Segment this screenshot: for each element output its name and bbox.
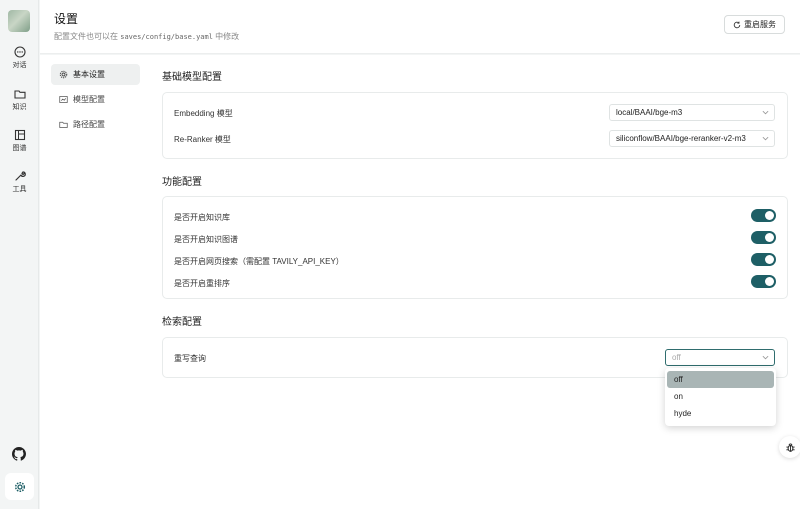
page-title: 设置: [54, 12, 79, 26]
page-header: 设置 配置文件也可以在 saves/config/base.yaml 中修改 重…: [40, 0, 800, 54]
chat-icon: [13, 46, 26, 58]
nav-label: 知识: [12, 104, 27, 111]
toggle-label-rerank: 是否开启重排序: [174, 279, 230, 288]
rerank-toggle[interactable]: [751, 275, 776, 288]
page-subtitle: 配置文件也可以在 saves/config/base.yaml 中修改: [54, 31, 239, 42]
app-logo[interactable]: [8, 10, 30, 32]
chevron-down-icon: [762, 355, 769, 360]
subnav-item-models[interactable]: 模型配置: [51, 89, 140, 110]
restart-service-button[interactable]: 重启服务: [724, 15, 785, 34]
settings-subnav: 基本设置 模型配置 路径配置: [51, 64, 140, 139]
toggle-label-knowledge-base: 是否开启知识库: [174, 213, 230, 222]
knowledge-base-toggle[interactable]: [751, 209, 776, 222]
chevron-down-icon: [762, 110, 769, 115]
github-link[interactable]: [12, 447, 26, 463]
toggle-label-web-search: 是否开启网页搜索（需配置 TAVILY_API_KEY）: [174, 257, 344, 266]
reranker-value: siliconflow/BAAI/bge-reranker-v2-m3: [616, 134, 746, 143]
rewrite-query-label: 重写查询: [174, 354, 206, 363]
reranker-select[interactable]: siliconflow/BAAI/bge-reranker-v2-m3: [609, 130, 775, 147]
embedding-label: Embedding 模型: [174, 109, 233, 118]
dropdown-option-off[interactable]: off: [667, 371, 774, 388]
reranker-label: Re-Ranker 模型: [174, 135, 231, 144]
config-path: saves/config/base.yaml: [120, 33, 213, 41]
features-card: 是否开启知识库 是否开启知识图谱 是否开启网页搜索（需配置 TAVILY_API…: [162, 196, 788, 299]
web-search-toggle[interactable]: [751, 253, 776, 266]
section-title-base-model: 基础模型配置: [162, 72, 222, 83]
embedding-value: local/BAAI/bge-m3: [616, 108, 683, 117]
nav-label: 图谱: [12, 145, 27, 152]
nav-label: 对话: [12, 62, 27, 69]
subnav-item-basic[interactable]: 基本设置: [51, 64, 140, 85]
subnav-label: 模型配置: [73, 95, 105, 104]
subtitle-prefix: 配置文件也可以在: [54, 32, 121, 41]
left-rail: 对话 知识 图谱 工具: [0, 0, 39, 509]
subtitle-suffix: 中修改: [212, 32, 240, 41]
subnav-label: 路径配置: [73, 120, 105, 129]
subnav-item-paths[interactable]: 路径配置: [51, 114, 140, 135]
nav-label: 工具: [12, 186, 27, 193]
knowledge-graph-toggle[interactable]: [751, 231, 776, 244]
chevron-down-icon: [762, 136, 769, 141]
wrench-icon: [14, 171, 26, 181]
dropdown-option-on[interactable]: on: [667, 388, 774, 405]
github-icon: [12, 447, 26, 461]
bug-icon: [785, 443, 795, 452]
rewrite-query-dropdown: off on hyde: [665, 368, 776, 426]
nav-item-settings[interactable]: [5, 473, 34, 500]
gear-icon: [59, 70, 68, 79]
refresh-icon: [733, 21, 741, 28]
nav-item-chat[interactable]: 对话: [0, 46, 39, 70]
model-icon: [59, 96, 68, 103]
folder-icon: [13, 90, 26, 99]
base-model-card: Embedding 模型 local/BAAI/bge-m3 Re-Ranker…: [162, 92, 788, 159]
folder-icon: [59, 121, 68, 128]
debug-button[interactable]: [779, 436, 800, 458]
embedding-select[interactable]: local/BAAI/bge-m3: [609, 104, 775, 121]
toggle-label-knowledge-graph: 是否开启知识图谱: [174, 235, 238, 244]
subnav-label: 基本设置: [73, 70, 105, 79]
gear-icon: [14, 481, 25, 492]
graph-icon: [14, 129, 25, 141]
nav-item-tools[interactable]: 工具: [0, 170, 39, 194]
rewrite-query-select[interactable]: off: [665, 349, 775, 366]
dropdown-option-hyde[interactable]: hyde: [667, 405, 774, 422]
rewrite-query-value: off: [672, 353, 681, 362]
restart-service-label: 重启服务: [744, 20, 776, 29]
settings-content: 基本设置 模型配置 路径配置 基础模型配置 Embedding 模型 local…: [40, 55, 800, 509]
nav-item-knowledge[interactable]: 知识: [0, 88, 39, 112]
section-title-features: 功能配置: [162, 177, 202, 188]
nav-item-graph[interactable]: 图谱: [0, 129, 39, 153]
section-title-retrieval: 检索配置: [162, 317, 202, 328]
